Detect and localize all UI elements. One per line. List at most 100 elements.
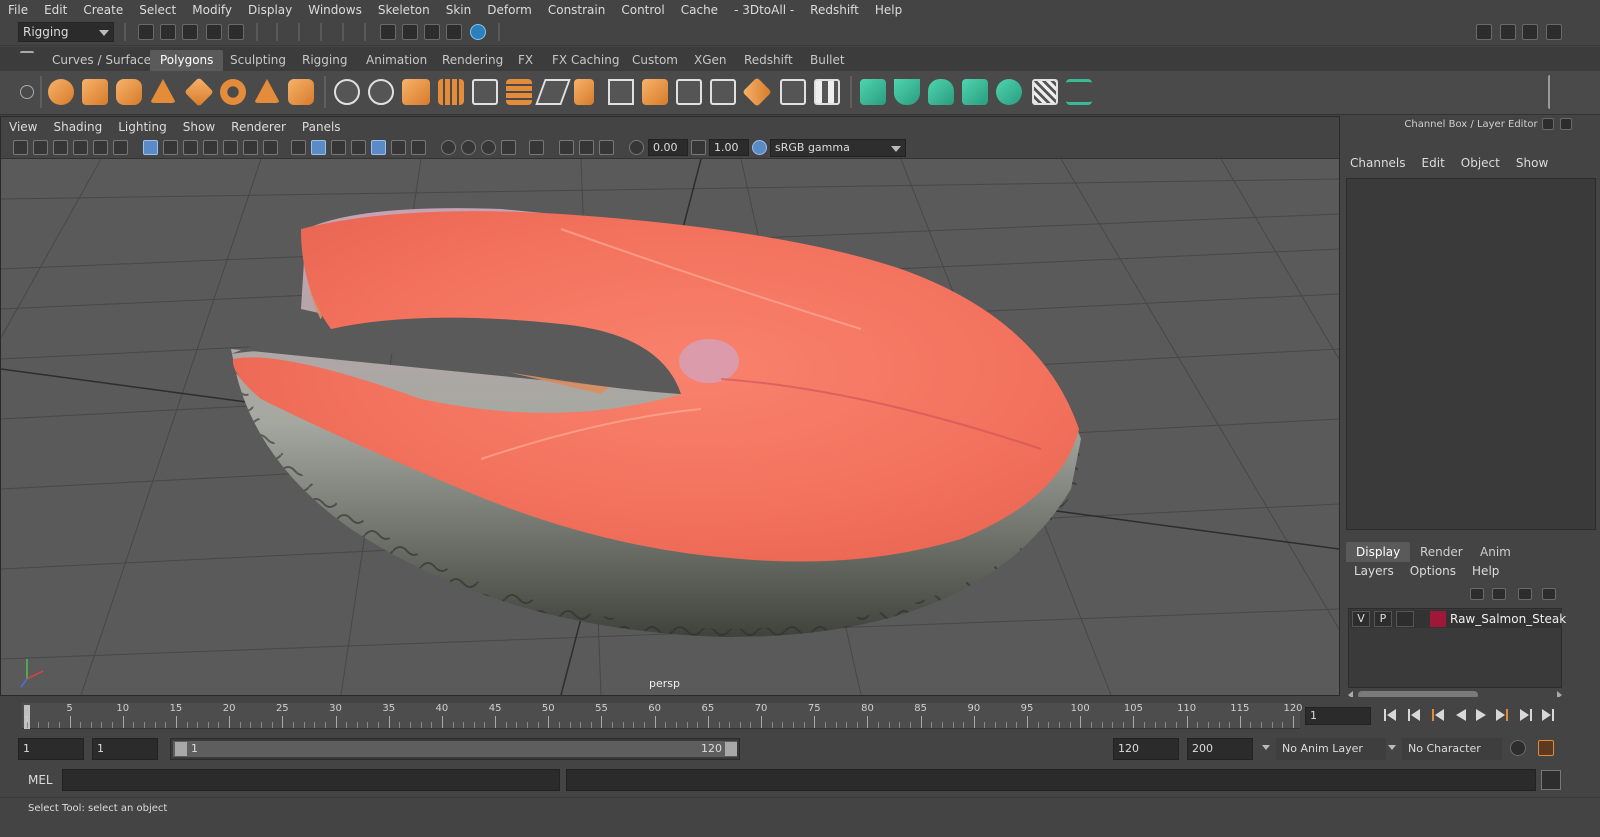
menu-control[interactable]: Control bbox=[613, 3, 672, 17]
poly-cube-icon[interactable] bbox=[82, 79, 108, 105]
shelf-tab-sculpting[interactable]: Sculpting bbox=[220, 50, 296, 71]
redo-icon[interactable] bbox=[228, 24, 244, 40]
play-backwards-icon[interactable] bbox=[1456, 709, 1466, 721]
playback-end-field[interactable]: 120 bbox=[1113, 738, 1179, 760]
playback-start-field[interactable]: 1 bbox=[92, 738, 158, 760]
layer-menu-options[interactable]: Options bbox=[1402, 564, 1464, 584]
render-frame-icon[interactable] bbox=[402, 24, 418, 40]
viewport-menu-panels[interactable]: Panels bbox=[294, 120, 349, 134]
tab-display[interactable]: Display bbox=[1346, 542, 1411, 562]
tool-settings-icon[interactable] bbox=[1522, 24, 1538, 40]
shelf-tab-polygons[interactable]: Polygons bbox=[150, 50, 224, 71]
image-plane-icon[interactable] bbox=[73, 140, 88, 155]
menu-skin[interactable]: Skin bbox=[438, 3, 480, 17]
uv-editor-icon[interactable] bbox=[780, 79, 806, 105]
bridge-icon[interactable] bbox=[506, 79, 532, 105]
menu-set-dropdown[interactable]: Rigging bbox=[18, 22, 114, 42]
layer-row[interactable]: V P Raw_Salmon_Steak bbox=[1350, 610, 1566, 628]
extrude-icon[interactable] bbox=[472, 79, 498, 105]
poly-pipe-icon[interactable] bbox=[288, 79, 314, 105]
layer-menu-layers[interactable]: Layers bbox=[1346, 564, 1402, 584]
spherical-map-icon[interactable] bbox=[928, 79, 954, 105]
move-layer-up-icon[interactable] bbox=[1470, 588, 1484, 600]
menu-3dtoall[interactable]: - 3DtoAll - bbox=[726, 3, 802, 17]
mirror-icon[interactable] bbox=[402, 79, 430, 105]
menu-help[interactable]: Help bbox=[867, 3, 910, 17]
command-language-label[interactable]: MEL bbox=[28, 773, 53, 787]
gamma-field[interactable]: 1.00 bbox=[709, 139, 749, 156]
planar-map-icon[interactable] bbox=[860, 79, 886, 105]
channel-box-menu-channels[interactable]: Channels bbox=[1342, 156, 1414, 176]
shelf-tab-xgen[interactable]: XGen bbox=[684, 50, 737, 71]
exposure-icon[interactable] bbox=[629, 140, 644, 155]
tab-anim[interactable]: Anim bbox=[1470, 542, 1521, 562]
wireframe-icon[interactable] bbox=[291, 140, 306, 155]
shelf-tab-rendering[interactable]: Rendering bbox=[432, 50, 513, 71]
poly-pyramid-icon[interactable] bbox=[254, 79, 280, 103]
animation-preferences-icon[interactable] bbox=[1538, 740, 1554, 756]
use-all-lights-icon[interactable] bbox=[391, 140, 406, 155]
menu-redshift[interactable]: Redshift bbox=[802, 3, 867, 17]
xray-icon[interactable] bbox=[559, 140, 574, 155]
range-end-handle[interactable] bbox=[725, 742, 737, 756]
menu-create[interactable]: Create bbox=[75, 3, 131, 17]
cylindrical-map-icon[interactable] bbox=[894, 79, 920, 105]
bevel-icon[interactable] bbox=[608, 79, 634, 105]
undo-icon[interactable] bbox=[206, 24, 222, 40]
range-slider[interactable]: 1 120 bbox=[170, 738, 740, 760]
command-input[interactable] bbox=[62, 769, 560, 791]
shelf-tab-animation[interactable]: Animation bbox=[356, 50, 437, 71]
camera-icon[interactable] bbox=[13, 140, 28, 155]
shelf-scroll-icon[interactable] bbox=[1548, 75, 1558, 109]
render-view-icon[interactable] bbox=[380, 24, 396, 40]
script-editor-icon[interactable] bbox=[1541, 770, 1561, 790]
animation-start-field[interactable]: 1 bbox=[18, 738, 84, 760]
render-settings-icon[interactable] bbox=[446, 24, 462, 40]
range-start-handle[interactable] bbox=[175, 742, 187, 756]
chevron-down-icon[interactable] bbox=[1262, 745, 1270, 750]
2d-pan-zoom-icon[interactable] bbox=[93, 140, 108, 155]
channel-box-icon[interactable] bbox=[1546, 24, 1562, 40]
go-to-start-icon[interactable] bbox=[1384, 709, 1396, 721]
current-frame-field[interactable]: 1 bbox=[1305, 707, 1371, 725]
menu-skeleton[interactable]: Skeleton bbox=[370, 3, 438, 17]
menu-edit[interactable]: Edit bbox=[36, 3, 75, 17]
smooth-shade-icon[interactable] bbox=[311, 140, 326, 155]
shelf-tab-custom[interactable]: Custom bbox=[622, 50, 688, 71]
poly-cylinder-icon[interactable] bbox=[116, 79, 142, 105]
shelf-tab-curves-surfaces[interactable]: Curves / Surfaces bbox=[42, 50, 167, 71]
float-panel-icon[interactable] bbox=[1542, 118, 1554, 130]
animation-end-field[interactable]: 200 bbox=[1187, 738, 1253, 760]
layer-display-type-toggle[interactable] bbox=[1396, 611, 1414, 627]
viewport-menu-renderer[interactable]: Renderer bbox=[223, 120, 294, 134]
layer-playback-toggle[interactable]: P bbox=[1374, 611, 1392, 627]
channel-box-menu-edit[interactable]: Edit bbox=[1414, 156, 1453, 176]
step-back-key-icon[interactable] bbox=[1432, 709, 1444, 721]
move-layer-down-icon[interactable] bbox=[1492, 588, 1506, 600]
safe-title-icon[interactable] bbox=[263, 140, 278, 155]
viewport-menu-view[interactable]: View bbox=[1, 120, 45, 134]
menu-modify[interactable]: Modify bbox=[184, 3, 240, 17]
poly-cone-icon[interactable] bbox=[150, 79, 176, 103]
channel-box-menu-show[interactable]: Show bbox=[1508, 156, 1556, 176]
target-weld-icon[interactable] bbox=[574, 79, 594, 105]
unfold-icon[interactable] bbox=[996, 79, 1022, 105]
shelf-tab-fx[interactable]: FX bbox=[508, 50, 543, 71]
layer-menu-help[interactable]: Help bbox=[1464, 564, 1507, 584]
safe-action-icon[interactable] bbox=[243, 140, 258, 155]
step-forward-frame-icon[interactable] bbox=[1520, 709, 1532, 721]
save-scene-icon[interactable] bbox=[182, 24, 198, 40]
gate-mask-icon[interactable] bbox=[203, 140, 218, 155]
go-to-end-icon[interactable] bbox=[1542, 709, 1554, 721]
exposure-field[interactable]: 0.00 bbox=[648, 139, 688, 156]
multi-cut-icon[interactable] bbox=[535, 79, 571, 105]
film-gate-icon[interactable] bbox=[163, 140, 178, 155]
checker-icon[interactable] bbox=[814, 79, 840, 105]
grid-icon[interactable] bbox=[143, 140, 158, 155]
step-back-frame-icon[interactable] bbox=[1408, 709, 1420, 721]
ipr-render-icon[interactable] bbox=[424, 24, 440, 40]
gear-icon[interactable] bbox=[20, 85, 34, 99]
poly-sphere-icon[interactable] bbox=[48, 79, 74, 105]
screen-space-ao-icon[interactable] bbox=[441, 140, 456, 155]
bookmark-icon[interactable] bbox=[53, 140, 68, 155]
